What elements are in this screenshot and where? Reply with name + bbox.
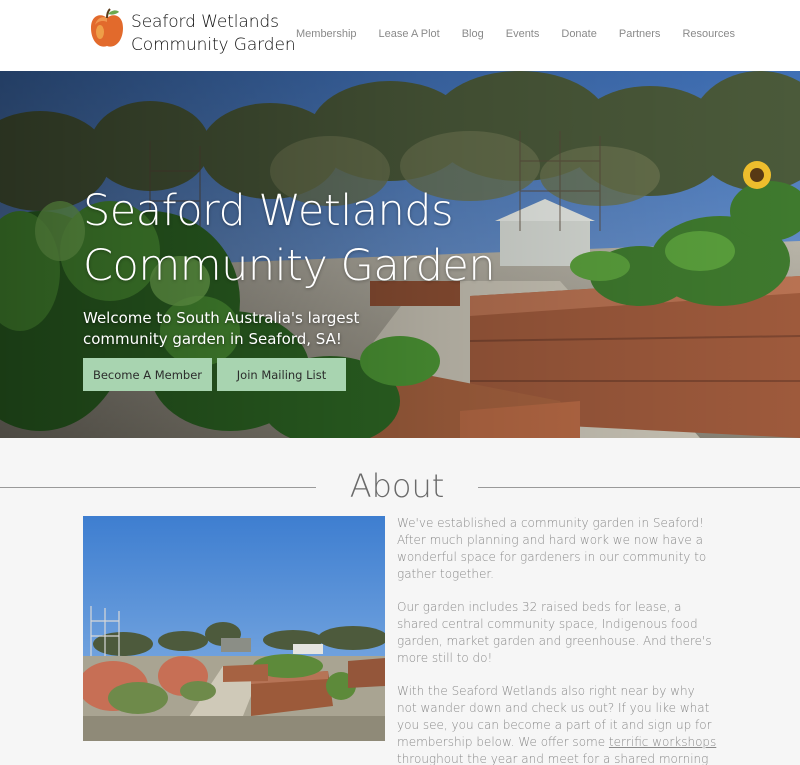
- main-nav: Membership Lease A Plot Blog Events Dona…: [285, 26, 746, 42]
- about-divider-left: [0, 487, 316, 488]
- hero-title: Seaford Wetlands Community Garden: [83, 184, 496, 294]
- site-title-line1: Seaford Wetlands: [131, 12, 279, 32]
- nav-donate[interactable]: Donate: [550, 26, 607, 42]
- hero-title-line2: Community Garden: [83, 241, 496, 291]
- about-divider-right: [478, 487, 800, 488]
- nav-blog[interactable]: Blog: [451, 26, 495, 42]
- apple-logo-icon[interactable]: [88, 8, 126, 50]
- about-paragraph-3: With the Seaford Wetlands also right nea…: [397, 683, 717, 765]
- nav-membership[interactable]: Membership: [285, 26, 368, 42]
- about-paragraph-3-end: throughout the year and meet for a share…: [397, 752, 709, 765]
- hero-section: Seaford Wetlands Community Garden Welcom…: [0, 71, 800, 438]
- nav-resources[interactable]: Resources: [671, 26, 746, 42]
- terrific-workshops-link[interactable]: terrific workshops: [609, 735, 716, 749]
- join-mailing-list-button[interactable]: Join Mailing List: [217, 358, 346, 391]
- site-title[interactable]: Seaford Wetlands Community Garden: [131, 11, 296, 57]
- about-text: We've established a community garden in …: [397, 515, 717, 765]
- about-paragraph-2: Our garden includes 32 raised beds for l…: [397, 600, 712, 665]
- hero-subtitle: Welcome to South Australia's largest com…: [83, 309, 360, 348]
- about-garden-photo: [83, 516, 385, 741]
- hero-title-line1: Seaford Wetlands: [83, 186, 454, 236]
- nav-lease-a-plot[interactable]: Lease A Plot: [368, 26, 451, 42]
- site-title-line2: Community Garden: [131, 35, 296, 55]
- site-header: Seaford Wetlands Community Garden Member…: [0, 0, 800, 71]
- about-paragraph-1: We've established a community garden in …: [397, 516, 707, 581]
- nav-events[interactable]: Events: [495, 26, 551, 42]
- about-heading: About: [349, 467, 445, 505]
- become-member-button[interactable]: Become A Member: [83, 358, 212, 391]
- nav-partners[interactable]: Partners: [608, 26, 672, 42]
